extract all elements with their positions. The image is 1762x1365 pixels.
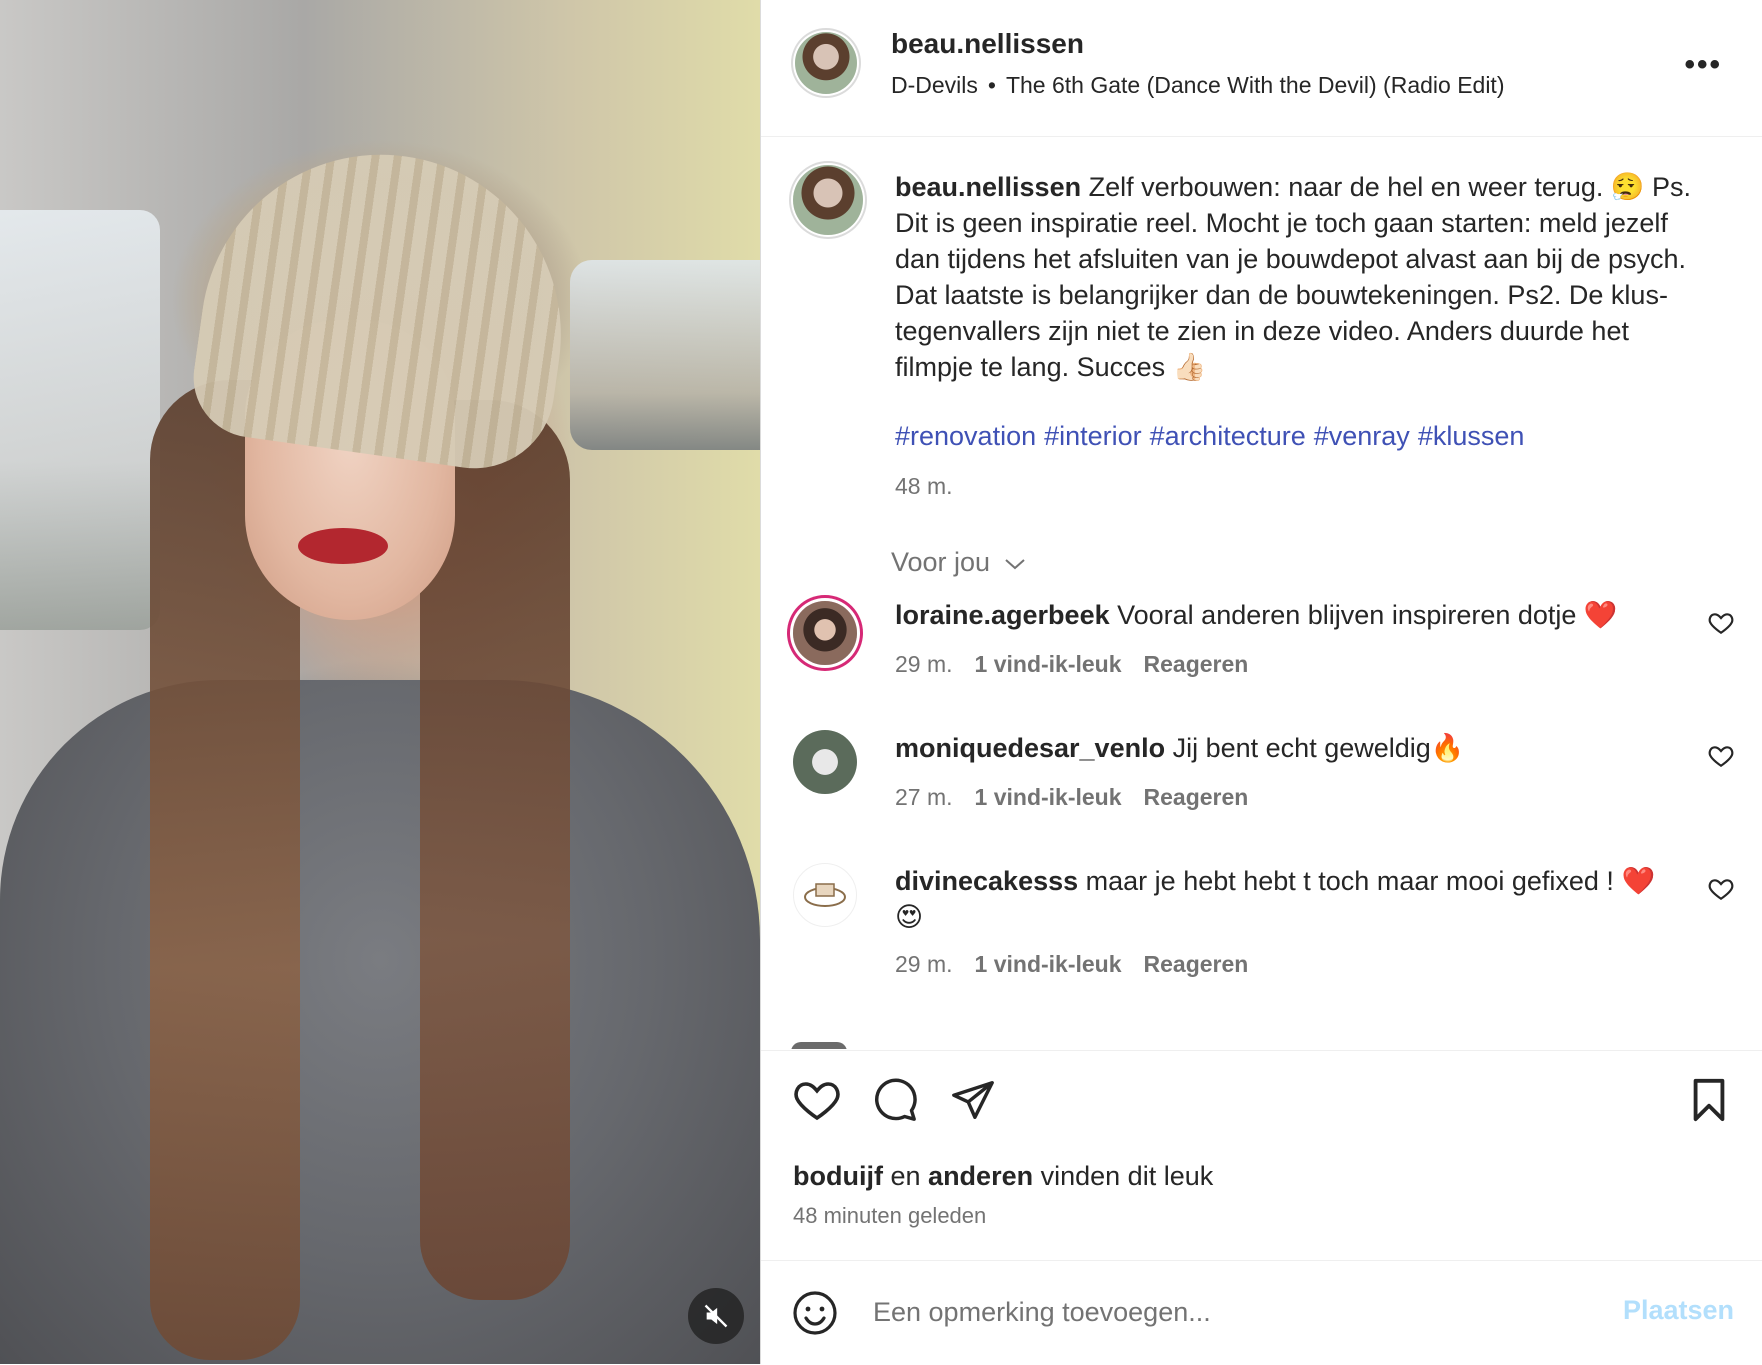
reel-video[interactable] <box>0 0 760 1364</box>
car-window-left <box>0 210 160 630</box>
comment-bubble-icon[interactable] <box>871 1077 919 1123</box>
posted-time: 48 minuten geleden <box>793 1203 987 1228</box>
car-window-right <box>570 260 760 450</box>
comment-body: Jij bent echt geweldig🔥 <box>1172 733 1465 763</box>
hashtags: #renovation #interior #architecture #venray… <box>895 421 1532 452</box>
commenter-avatar[interactable] <box>793 730 857 794</box>
hashtag-link[interactable]: #interior <box>1044 421 1142 451</box>
music-track[interactable]: The 6th Gate (Dance With the Devil) (Rad… <box>1006 72 1505 98</box>
bookmark-icon[interactable] <box>1687 1077 1731 1123</box>
reply-button[interactable]: Reageren <box>1144 951 1249 977</box>
speaker-muted-icon <box>704 1304 728 1328</box>
comment-likes[interactable]: 1 vind-ik-leuk <box>975 784 1122 810</box>
next-commenter-avatar <box>791 1042 847 1049</box>
heart-icon[interactable] <box>1708 611 1734 635</box>
post-comment-button[interactable]: Plaatsen <box>1623 1295 1734 1326</box>
commenter-username[interactable]: divinecakesss <box>895 866 1078 896</box>
chevron-down-icon <box>1004 559 1025 570</box>
emoji-smiley-icon[interactable] <box>791 1289 839 1337</box>
reply-button[interactable]: Reageren <box>1144 784 1249 810</box>
action-bar: boduijf en anderen vinden dit leuk 48 mi… <box>761 1050 1762 1261</box>
comment-time: 29 m. <box>895 651 953 677</box>
comment-text: loraine.agerbeek Vooral anderen blijven … <box>895 597 1675 633</box>
commenter-avatar[interactable] <box>793 601 857 665</box>
heart-icon[interactable] <box>1708 877 1734 901</box>
comment-likes[interactable]: 1 vind-ik-leuk <box>975 951 1122 977</box>
likers-others-link[interactable]: anderen <box>928 1161 1033 1191</box>
hashtag-link[interactable]: #renovation <box>895 421 1036 451</box>
comment-likes[interactable]: 1 vind-ik-leuk <box>975 651 1122 677</box>
commenter-username[interactable]: loraine.agerbeek <box>895 600 1110 630</box>
separator-dot: • <box>987 72 996 98</box>
comment-time: 29 m. <box>895 951 953 977</box>
caption-username[interactable]: beau.nellissen <box>895 172 1081 202</box>
caption-time: 48 m. <box>895 473 953 499</box>
comment-input[interactable] <box>871 1287 1595 1337</box>
caption-avatar[interactable] <box>793 165 863 235</box>
sort-label: Voor jou <box>891 547 991 577</box>
comment-text: divinecakesss maar je hebt hebt t toch m… <box>895 863 1675 935</box>
author-avatar[interactable] <box>795 32 857 94</box>
comments-section[interactable]: beau.nellissen Zelf verbouwen: naar de h… <box>761 137 1762 1049</box>
paper-plane-icon[interactable] <box>949 1077 997 1123</box>
lips <box>298 528 388 564</box>
comment-meta: 27 m. 1 vind-ik-leuk Reageren <box>895 784 1270 811</box>
commenter-avatar[interactable] <box>793 863 857 927</box>
comment-meta: 29 m. 1 vind-ik-leuk Reageren <box>895 951 1270 978</box>
comment-time: 27 m. <box>895 784 953 810</box>
liker-username[interactable]: boduijf <box>793 1161 883 1191</box>
comment-composer: Plaatsen <box>761 1260 1762 1365</box>
music-info[interactable]: D-Devils • The 6th Gate (Dance With the De… <box>891 72 1505 99</box>
cake-logo-icon <box>804 883 846 907</box>
comment-body: Vooral anderen blijven inspireren dotje … <box>1117 600 1618 630</box>
more-options-icon[interactable]: ••• <box>1684 48 1722 82</box>
mute-button[interactable] <box>688 1288 744 1344</box>
sort-dropdown[interactable]: Voor jou <box>891 547 1026 578</box>
likes-connector: en <box>890 1161 921 1191</box>
music-artist[interactable]: D-Devils <box>891 72 978 98</box>
post-panel: beau.nellissen D-Devils • The 6th Gate (Da… <box>760 0 1762 1364</box>
heart-icon[interactable] <box>793 1077 841 1123</box>
commenter-username[interactable]: moniquedesar_venlo <box>895 733 1165 763</box>
post-header: beau.nellissen D-Devils • The 6th Gate (Da… <box>761 0 1762 137</box>
comment-meta: 29 m. 1 vind-ik-leuk Reageren <box>895 651 1270 678</box>
caption: beau.nellissen Zelf verbouwen: naar de h… <box>895 169 1705 385</box>
comment-text: moniquedesar_venlo Jij bent echt geweldi… <box>895 730 1675 766</box>
author-username[interactable]: beau.nellissen <box>891 28 1084 60</box>
reply-button[interactable]: Reageren <box>1144 651 1249 677</box>
hashtag-link[interactable]: #venray <box>1314 421 1410 451</box>
hashtag-link[interactable]: #architecture <box>1150 421 1306 451</box>
likes-suffix: vinden dit leuk <box>1040 1161 1214 1191</box>
heart-icon[interactable] <box>1708 744 1734 768</box>
hashtag-link[interactable]: #klussen <box>1418 421 1525 451</box>
puffer-jacket <box>0 680 760 1364</box>
caption-body: Zelf verbouwen: naar de hel en weer teru… <box>895 172 1692 382</box>
likes-summary: boduijf en anderen vinden dit leuk <box>793 1161 1213 1192</box>
